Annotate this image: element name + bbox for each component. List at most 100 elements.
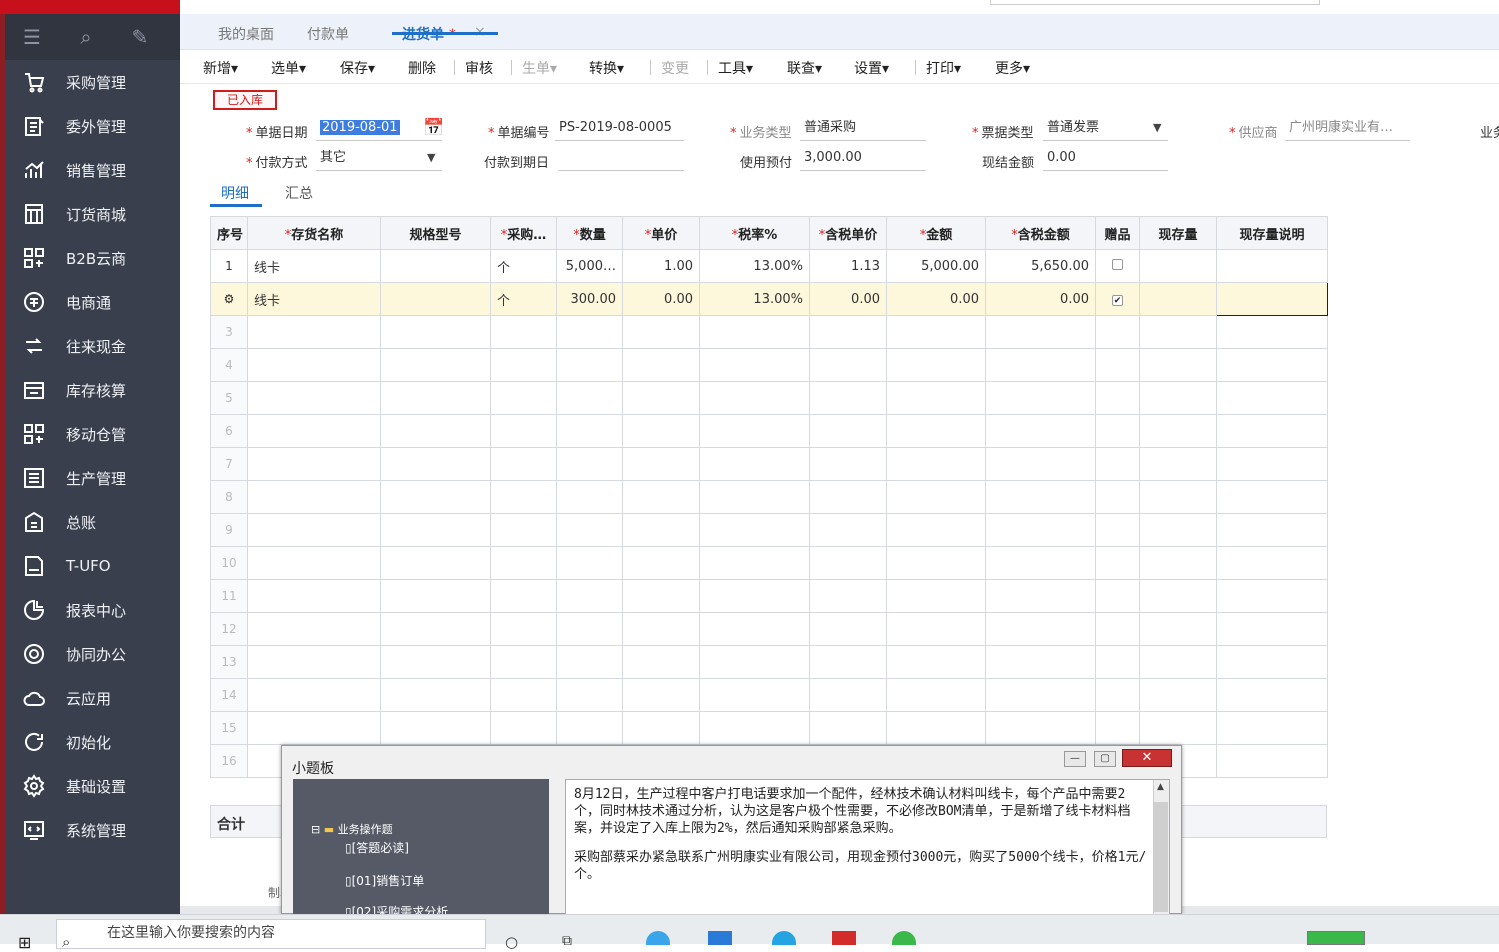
table-row[interactable]: 10 — [210, 546, 1328, 580]
table-cell[interactable] — [809, 447, 887, 481]
select-button[interactable]: 选单▾ — [271, 58, 306, 78]
table-cell[interactable] — [809, 711, 887, 745]
table-cell[interactable] — [247, 513, 381, 547]
cash-field[interactable]: 0.00 — [1043, 147, 1168, 171]
table-cell[interactable] — [699, 711, 810, 745]
query-button[interactable]: 联查▾ — [787, 58, 822, 78]
table-cell[interactable] — [886, 579, 986, 613]
table-cell[interactable] — [490, 447, 557, 481]
table-cell[interactable] — [886, 612, 986, 646]
more-button[interactable]: 更多▾ — [995, 58, 1030, 78]
sidebar-item[interactable]: T-UFO — [5, 544, 180, 588]
table-row[interactable]: 8 — [210, 480, 1328, 514]
code-field[interactable]: PS-2019-08-0005 — [555, 117, 684, 141]
table-cell[interactable] — [1139, 414, 1217, 448]
column-header[interactable]: 赠品 — [1095, 216, 1140, 250]
sidebar-item[interactable]: B2B云商 — [5, 236, 180, 280]
table-cell[interactable] — [886, 678, 986, 712]
table-cell[interactable] — [1216, 612, 1328, 646]
table-cell[interactable] — [490, 414, 557, 448]
table-cell[interactable] — [380, 282, 491, 316]
table-cell[interactable] — [380, 546, 491, 580]
table-cell[interactable] — [809, 381, 887, 415]
table-cell[interactable] — [809, 348, 887, 382]
table-cell[interactable] — [809, 678, 887, 712]
table-cell[interactable]: 16 — [210, 744, 248, 778]
column-header[interactable]: 序号 — [210, 216, 248, 250]
table-cell[interactable] — [699, 315, 810, 349]
table-cell[interactable]: 5,650.00 — [985, 249, 1096, 283]
subtab-summary[interactable]: 汇总 — [285, 183, 313, 203]
column-header[interactable]: *采购… — [490, 216, 557, 250]
table-cell[interactable] — [490, 645, 557, 679]
table-cell[interactable] — [490, 579, 557, 613]
table-cell[interactable] — [699, 645, 810, 679]
table-cell[interactable] — [556, 348, 623, 382]
table-cell[interactable] — [1216, 282, 1328, 316]
table-row[interactable]: 7 — [210, 447, 1328, 481]
table-cell[interactable] — [1139, 579, 1217, 613]
sidebar-item[interactable]: 初始化 — [5, 720, 180, 764]
table-cell[interactable] — [809, 579, 887, 613]
table-cell[interactable] — [1095, 249, 1140, 283]
table-cell[interactable] — [886, 447, 986, 481]
table-cell[interactable] — [1216, 744, 1328, 778]
table-cell[interactable] — [380, 348, 491, 382]
table-cell[interactable] — [886, 546, 986, 580]
table-cell[interactable] — [380, 513, 491, 547]
generate-button[interactable]: 生单▾ — [522, 58, 557, 78]
table-cell[interactable] — [247, 612, 381, 646]
table-cell[interactable] — [622, 480, 700, 514]
table-cell[interactable] — [1139, 546, 1217, 580]
table-row[interactable]: 12 — [210, 612, 1328, 646]
table-cell[interactable] — [490, 348, 557, 382]
table-cell[interactable]: 8 — [210, 480, 248, 514]
supplier-field[interactable]: 广州明康实业有… — [1285, 117, 1410, 141]
save-button[interactable]: 保存▾ — [340, 58, 375, 78]
table-cell[interactable]: 0.00 — [622, 282, 700, 316]
table-cell[interactable]: 1.13 — [809, 249, 887, 283]
column-header[interactable]: *税率% — [699, 216, 810, 250]
table-cell[interactable] — [247, 645, 381, 679]
table-cell[interactable] — [247, 447, 381, 481]
table-cell[interactable] — [556, 480, 623, 514]
table-cell[interactable] — [699, 612, 810, 646]
column-header[interactable]: 现存量说明 — [1216, 216, 1328, 250]
table-cell[interactable] — [886, 480, 986, 514]
table-cell[interactable] — [490, 546, 557, 580]
table-cell[interactable]: 0.00 — [985, 282, 1096, 316]
table-cell[interactable] — [1216, 315, 1328, 349]
table-cell[interactable] — [247, 546, 381, 580]
table-cell[interactable] — [622, 645, 700, 679]
settings-button[interactable]: 设置▾ — [854, 58, 889, 78]
table-row[interactable]: 9 — [210, 513, 1328, 547]
minimize-button[interactable]: — — [1064, 751, 1086, 767]
table-cell[interactable]: 个 — [490, 249, 557, 283]
table-cell[interactable]: 线卡 — [247, 282, 381, 316]
table-cell[interactable] — [1095, 546, 1140, 580]
table-row[interactable]: 6 — [210, 414, 1328, 448]
table-cell[interactable] — [985, 414, 1096, 448]
table-cell[interactable] — [1216, 480, 1328, 514]
table-cell[interactable] — [490, 678, 557, 712]
table-row[interactable]: 5 — [210, 381, 1328, 415]
tools-button[interactable]: 工具▾ — [718, 58, 753, 78]
table-cell[interactable] — [247, 579, 381, 613]
table-cell[interactable] — [622, 381, 700, 415]
menu-icon[interactable]: ☰ — [21, 25, 43, 49]
table-cell[interactable]: 6 — [210, 414, 248, 448]
table-cell[interactable] — [1139, 447, 1217, 481]
top-search-box[interactable] — [990, 0, 1320, 5]
table-cell[interactable] — [985, 678, 1096, 712]
table-cell[interactable] — [380, 249, 491, 283]
sidebar-item[interactable]: 生产管理 — [5, 456, 180, 500]
table-cell[interactable]: 12 — [210, 612, 248, 646]
table-cell[interactable]: 0.00 — [809, 282, 887, 316]
table-cell[interactable]: 13 — [210, 645, 248, 679]
table-cell[interactable] — [886, 381, 986, 415]
biz-type-field[interactable]: 普通采购 — [800, 117, 926, 141]
table-cell[interactable] — [490, 315, 557, 349]
gift-checkbox[interactable] — [1112, 258, 1123, 270]
table-cell[interactable] — [1139, 348, 1217, 382]
subtab-detail[interactable]: 明细 — [221, 183, 249, 203]
